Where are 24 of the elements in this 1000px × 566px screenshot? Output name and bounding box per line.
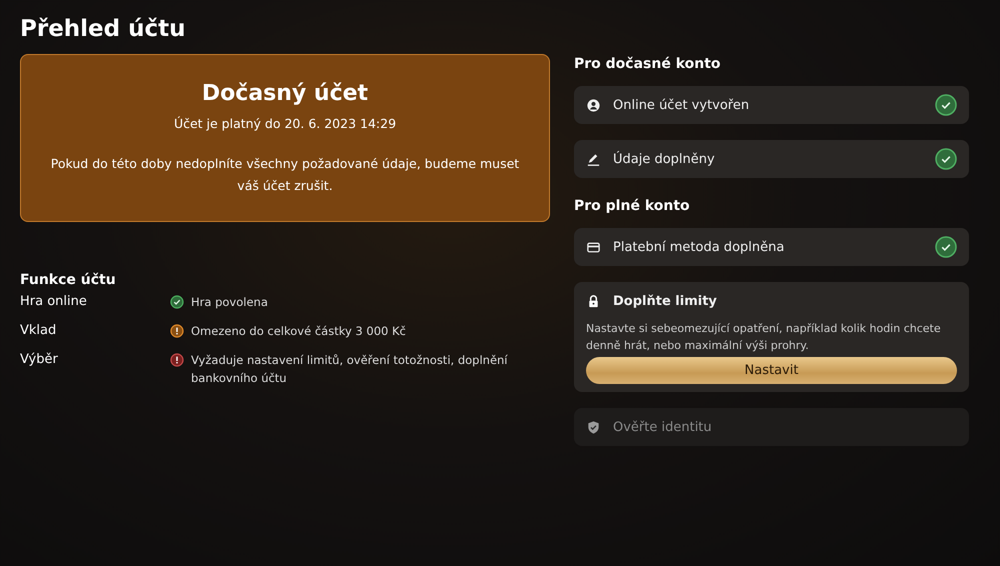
notice-title: Dočasný účet — [200, 81, 370, 106]
feature-status: Vyžaduje nastavení limitů, ověření totožnosti, doplnění bankovního účtu — [191, 352, 509, 387]
section-heading: Pro plné konto — [574, 198, 691, 214]
page-title: Přehled účtu — [20, 16, 187, 42]
notice-message: Pokud do této doby nedoplníte všechny požadované údaje, budeme muset váš účet zrušit. — [50, 155, 520, 195]
feature-label: Výběr — [20, 352, 59, 369]
feature-status: Omezeno do celkové částky 3 000 Kč — [191, 323, 406, 340]
step-label: Doplňte limity — [613, 294, 718, 308]
set-button[interactable]: Nastavit — [586, 357, 957, 384]
step-label: Údaje doplněny — [613, 152, 716, 166]
step-label: Ověřte identitu — [613, 420, 713, 434]
shield-icon — [586, 420, 601, 434]
feature-status: Hra povolena — [191, 294, 268, 311]
step-label: Platební metoda doplněna — [613, 240, 786, 254]
validity-text: Účet je platný do 20. 6. 2023 14:29 — [172, 116, 398, 131]
step-label: Online účet vytvořen — [613, 98, 750, 112]
feature-label: Hra online — [20, 294, 88, 311]
pencil-icon — [586, 152, 601, 166]
section-heading: Pro dočasné konto — [574, 56, 722, 72]
section-heading: Funkce účtu — [20, 272, 117, 288]
card-icon — [586, 240, 601, 254]
feature-label: Vklad — [20, 323, 58, 340]
user-icon — [586, 98, 601, 112]
step-description: Nastavte si sebeomezující opatření, například kolik hodin chcete denně hrát, nebo maximální výši prohry. — [586, 321, 942, 354]
